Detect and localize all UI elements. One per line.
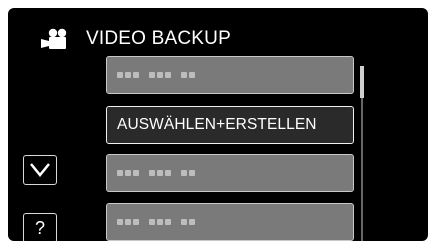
menu-item-label: AUSWÄHLEN+ERSTELLEN (117, 116, 317, 133)
placeholder-text (117, 72, 195, 78)
menu-item-1[interactable] (106, 56, 354, 94)
camera-screen: VIDEO BACKUP AUSWÄHLEN+ERSTELLEN ? (8, 8, 428, 241)
chevron-down-icon (30, 163, 50, 177)
scroll-down-button[interactable] (23, 155, 57, 185)
screen-title: VIDEO BACKUP (86, 28, 231, 49)
screen-header: VIDEO BACKUP (40, 26, 231, 52)
menu-item-4[interactable] (106, 203, 354, 241)
video-camera-icon (40, 28, 72, 50)
placeholder-text (117, 219, 195, 225)
menu-item-3[interactable] (106, 154, 354, 192)
scrollbar-thumb[interactable] (360, 66, 364, 98)
menu-item-select-create[interactable]: AUSWÄHLEN+ERSTELLEN (106, 106, 354, 144)
placeholder-text (117, 170, 195, 176)
help-icon: ? (34, 217, 45, 238)
help-button[interactable]: ? (23, 213, 57, 241)
